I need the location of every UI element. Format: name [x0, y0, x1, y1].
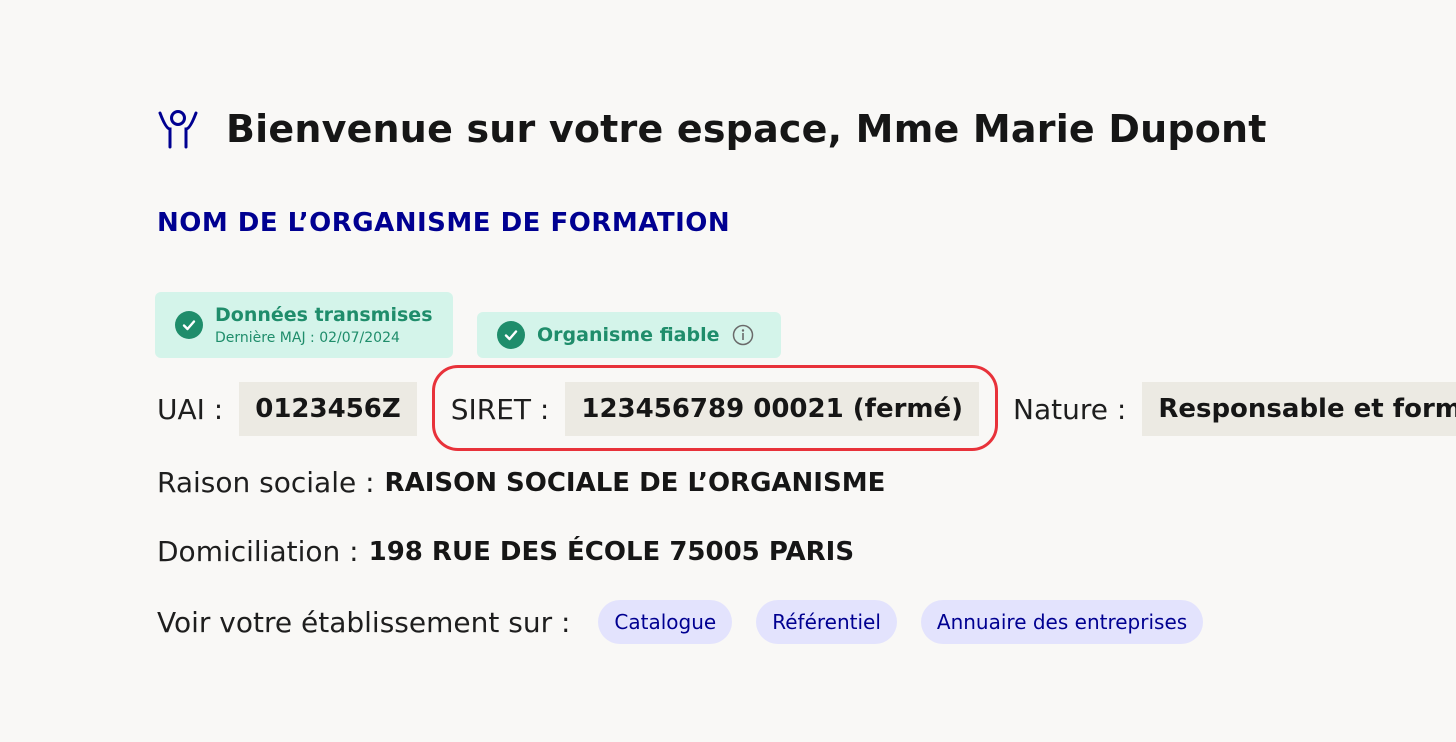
badge-data-sent-text: Données transmises Dernière MAJ : 02/07/… — [215, 304, 433, 346]
page-header: Bienvenue sur votre espace, Mme Marie Du… — [156, 106, 1267, 152]
uai-label: UAI : — [157, 392, 224, 426]
page: Bienvenue sur votre espace, Mme Marie Du… — [0, 0, 1456, 742]
badge-data-sent: Données transmises Dernière MAJ : 02/07/… — [155, 292, 453, 358]
domiciliation-value: 198 RUE DES ÉCOLE 75005 PARIS — [368, 536, 855, 567]
info-circle-icon[interactable] — [732, 324, 754, 346]
page-title: Bienvenue sur votre espace, Mme Marie Du… — [226, 107, 1267, 151]
badge-data-sent-label: Données transmises — [215, 304, 433, 326]
domiciliation-label: Domiciliation : — [157, 535, 359, 568]
siret-value: 123456789 00021 (fermé) — [565, 382, 980, 436]
domiciliation-row: Domiciliation : 198 RUE DES ÉCOLE 75005 … — [157, 535, 854, 568]
raison-sociale-value: RAISON SOCIALE DE L’ORGANISME — [384, 467, 886, 498]
identifiers-row: UAI : 0123456Z SIRET : 123456789 00021 (… — [157, 382, 1456, 436]
check-circle-icon — [497, 321, 525, 349]
uai-value: 0123456Z — [239, 382, 417, 436]
person-arms-raised-icon — [156, 106, 202, 152]
organism-name: NOM DE L’ORGANISME DE FORMATION — [157, 208, 731, 238]
check-circle-icon — [175, 311, 203, 339]
link-annuaire-entreprises[interactable]: Annuaire des entreprises — [920, 600, 1204, 644]
link-referentiel[interactable]: Référentiel — [756, 600, 897, 644]
nature-value: Responsable et formateur — [1142, 382, 1456, 436]
links-label: Voir votre établissement sur : — [157, 605, 571, 639]
raison-sociale-label: Raison sociale : — [157, 466, 375, 499]
badge-reliable: Organisme fiable — [477, 312, 781, 358]
badge-data-sent-date: Dernière MAJ : 02/07/2024 — [215, 330, 400, 346]
badge-reliable-label: Organisme fiable — [537, 324, 720, 346]
link-catalogue[interactable]: Catalogue — [598, 600, 733, 644]
nature-label: Nature : — [1013, 392, 1127, 426]
raison-sociale-row: Raison sociale : RAISON SOCIALE DE L’ORG… — [157, 466, 885, 499]
links-row: Voir votre établissement sur : Catalogue… — [157, 600, 1227, 644]
siret-label: SIRET : — [450, 392, 550, 426]
